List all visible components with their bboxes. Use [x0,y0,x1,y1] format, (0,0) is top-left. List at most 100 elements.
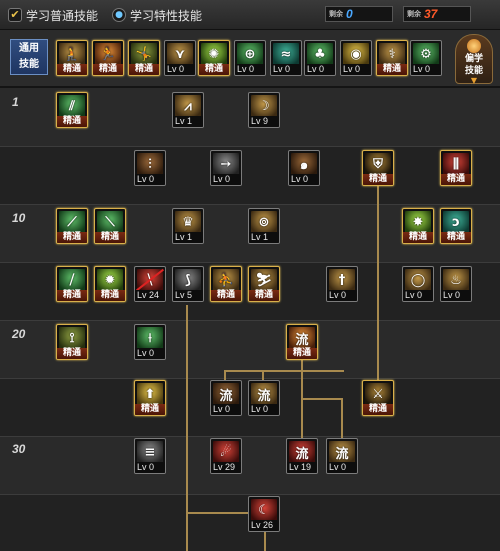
common-skills-row: 通用 技能 🧎 精通 🏃 精通 🤸 精通 ⋎ Lv 0 ✺ 精通 ⊕ Lv 0 ≈ Lv 0 ♣ Lv 0 ◉ L… [0,30,500,88]
skill-slot[interactable]: ⧹ Lv 24 [134,266,166,302]
tree-branch-icon: ⟟ [59,327,85,349]
sitting-figure-icon: 🧎 [59,43,85,65]
swirl-eye-icon: ⊚ [251,211,277,233]
skill-slot[interactable]: ✸ 精通 [402,208,434,244]
skill-slot[interactable]: ⚔ 精通 [362,380,394,416]
skill-slot[interactable]: ✺ 精通 [198,40,230,76]
skill-slot[interactable]: ⟍ 精通 [94,208,126,244]
skill-slot[interactable]: ⩘ Lv 1 [172,92,204,128]
skill-frame: ☄ Lv 29 [210,438,242,474]
flow-sun-icon: 流 [251,383,277,405]
preferred-skills-button[interactable]: 偏学 技能 ▼ [455,34,493,85]
skill-slot[interactable]: † Lv 0 [326,266,358,302]
skill-slot[interactable]: ⛹ 精通 [210,266,242,302]
learn-normal-skills-option[interactable]: ✔ 学习普通技能 [8,7,98,23]
skill-slot[interactable]: ⫽ 精通 [56,92,88,128]
skill-level-label: Lv 24 [135,290,165,301]
skill-slot[interactable]: ⫶ Lv 0 [134,150,166,186]
skill-slot[interactable]: 🧎 精通 [56,40,88,76]
skill-mode-bar: ✔ 学习普通技能 ● 学习特性技能 剩余 0 剩余 37 [0,0,500,30]
skill-slot[interactable]: ↄ 精通 [440,208,472,244]
skill-slot[interactable]: ≈ Lv 0 [270,40,302,76]
skill-frame: ✸ 精通 [402,208,434,244]
skill-slot[interactable]: ☄ Lv 29 [210,438,242,474]
learn-special-skills-label: 学习特性技能 [130,8,203,23]
skill-slot[interactable]: ⊚ Lv 1 [248,208,280,244]
common-skills-label: 通用 技能 [10,39,48,75]
connector-line [341,398,343,438]
checkbox-checked-icon[interactable]: ✔ [8,8,22,22]
common-skills-label-line2: 技能 [19,59,39,70]
tornado-icon: ⟆ [175,269,201,291]
skill-slot[interactable]: 流 Lv 19 [286,438,318,474]
skill-slot[interactable]: ⊕ Lv 0 [234,40,266,76]
skill-frame: ➙ Lv 0 [210,150,242,186]
skill-frame: ⊕ Lv 0 [234,40,266,76]
skill-slot[interactable]: 流 Lv 0 [248,380,280,416]
skill-mastered-badge: 精通 [363,404,393,415]
skill-slot[interactable]: 🤸 精通 [128,40,160,76]
skill-slot[interactable]: ♣ Lv 0 [304,40,336,76]
skill-mastered-badge: 精通 [129,64,159,75]
skill-frame: 流 Lv 19 [286,438,318,474]
skill-mastered-badge: 精通 [95,232,125,243]
skill-frame: ⟆ Lv 5 [172,266,204,302]
gear-figure-icon: ⚙ [413,43,439,65]
skill-mastered-badge: 精通 [135,404,165,415]
radio-unselected-icon[interactable]: ● [112,8,126,22]
skill-frame: ♛ Lv 1 [172,208,204,244]
skill-level-label: Lv 0 [135,348,165,359]
skill-slot[interactable]: 流 Lv 0 [326,438,358,474]
skill-slot[interactable]: ♛ Lv 1 [172,208,204,244]
sword-cross-icon: † [329,269,355,291]
flow-fire-icon: 流 [289,441,315,463]
skill-frame: ⧹ Lv 24 [134,266,166,302]
skill-level-label: Lv 0 [135,174,165,185]
connector-line [264,530,266,551]
skill-slot[interactable]: 流 Lv 0 [210,380,242,416]
skill-slot[interactable]: ⟋ 精通 [56,208,88,244]
wind-figure-icon: ≈ [273,43,299,65]
skill-frame: ✹ 精通 [94,266,126,302]
skill-mastered-badge: 精通 [287,348,317,359]
skill-frame: ⫽ 精通 [56,92,88,128]
skill-slot[interactable]: 流精通 [286,324,318,360]
burst-blade-icon: ✸ [405,211,431,233]
skill-mastered-badge: 精通 [249,290,279,301]
skill-slot[interactable]: ⚙ Lv 0 [410,40,442,76]
skill-frame: ⋎ Lv 0 [164,40,196,76]
skill-mastered-badge: 精通 [199,64,229,75]
skill-slot[interactable]: ⋎ Lv 0 [164,40,196,76]
skill-level-label: Lv 5 [173,290,203,301]
skill-slot[interactable]: ✹ 精通 [94,266,126,302]
skill-mastered-badge: 精通 [57,290,87,301]
skill-slot[interactable]: ๑ Lv 0 [288,150,320,186]
skill-slot[interactable]: ☽ Lv 9 [248,92,280,128]
skill-slot[interactable]: ⟟ 精通 [56,324,88,360]
learn-special-skills-option[interactable]: ● 学习特性技能 [112,7,202,23]
level-marker-10: 10 [12,211,26,225]
skill-slot[interactable]: ⚕ 精通 [376,40,408,76]
green-star-icon: ✹ [97,269,123,291]
skill-slot[interactable]: ⬆ 精通 [134,380,166,416]
skill-slot[interactable]: ◉ Lv 0 [340,40,372,76]
skill-level-label: Lv 0 [249,404,279,415]
skill-slot[interactable]: ⫼ 精通 [440,150,472,186]
arrow-dash-icon: ➙ [213,153,239,175]
skill-slot[interactable]: ⛷ 精通 [248,266,280,302]
skill-slot[interactable]: 🏃 精通 [92,40,124,76]
skill-slot[interactable]: ≡ Lv 0 [134,438,166,474]
skill-slot[interactable]: ⧸ 精通 [56,266,88,302]
skill-slot[interactable]: ⟆ Lv 5 [172,266,204,302]
skill-mastered-badge: 精通 [57,232,87,243]
skill-slot[interactable]: ◯ Lv 0 [402,266,434,302]
skill-slot[interactable]: ☾ Lv 26 [248,496,280,532]
skill-frame: ♣ Lv 0 [304,40,336,76]
skill-slot[interactable]: ➙ Lv 0 [210,150,242,186]
skill-level-label: Lv 0 [165,64,195,75]
skill-slot[interactable]: ♨ Lv 0 [440,266,472,302]
skill-slot[interactable]: ⟊ Lv 0 [134,324,166,360]
skill-frame: ≈ Lv 0 [270,40,302,76]
skill-frame: ⛨ 精通 [362,150,394,186]
skill-slot[interactable]: ⛨ 精通 [362,150,394,186]
